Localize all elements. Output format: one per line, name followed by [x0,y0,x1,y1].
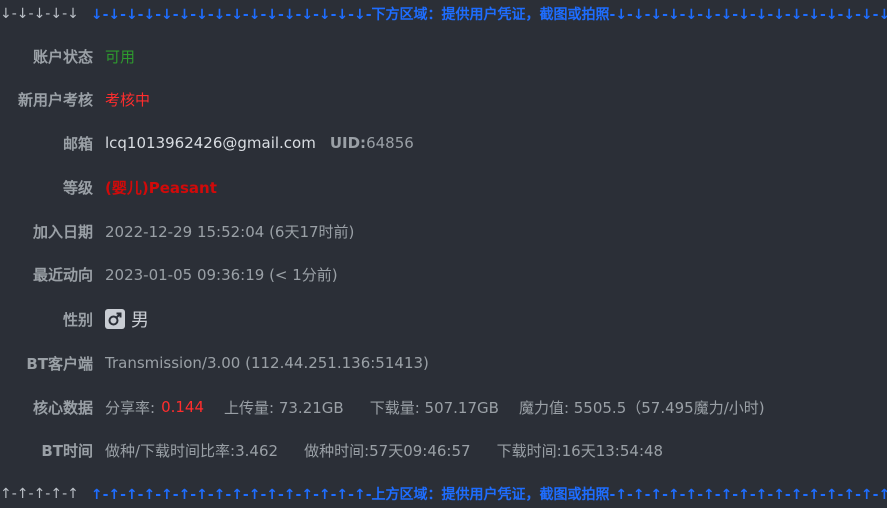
join-date-label: 加入日期 [32,222,93,241]
bottom-banner-row: ↑-↑-↑-↑-↑ ↑-↑-↑-↑-↑-↑-↑-↑-↑-↑-↑-↑-↑-↑-↑-… [0,472,887,508]
bt-time-values: 做种/下载时间比率:3.462 做种时间:57天09:46:57 下载时间:16… [105,440,663,461]
bt-client-value: Transmission/3.00 (112.44.251.136:51413) [105,354,429,372]
top-banner-text: ↓-↓-↓-↓-↓-↓-↓-↓-↓-↓-↓-↓-↓-↓-↓-↓-下方区域：提供用… [90,7,887,23]
join-date-value: 2022-12-29 15:52:04 (6天17时前) [105,222,355,241]
core-data-label: 核心数据 [32,398,93,417]
level-row: 等级 (婴儿)Peasant [0,165,887,209]
bottom-banner-text: ↑-↑-↑-↑-↑-↑-↑-↑-↑-↑-↑-↑-↑-↑-↑-↑-上方区域：提供用… [90,487,887,503]
gender-value: 男 [131,310,149,331]
gender-value-group: 男 [105,306,149,332]
new-user-review-label: 新用户考核 [17,90,93,109]
share-ratio-label: 分享率: [105,398,156,417]
top-banner-row: ↓-↓-↓-↓-↓ ↓-↓-↓-↓-↓-↓-↓-↓-↓-↓-↓-↓-↓-↓-↓-… [0,0,887,36]
seed-download-ratio: 做种/下载时间比率:3.462 [105,441,279,460]
level-label: 等级 [62,178,93,197]
user-info-panel: ↓-↓-↓-↓-↓ ↓-↓-↓-↓-↓-↓-↓-↓-↓-↓-↓-↓-↓-↓-↓-… [0,0,887,508]
bt-client-label: BT客户端 [26,354,93,373]
bottom-banner-left-arrows: ↑-↑-↑-↑-↑ [0,486,79,502]
uid-label: UID: [329,134,367,152]
email-address: lcq1013962426@gmail.com [105,134,316,152]
new-user-review-row: 新用户考核 考核中 [0,77,887,121]
new-user-review-value: 考核中 [105,90,151,109]
download-amount: 下载量: 507.17GB [369,398,499,417]
gender-row: 性别 男 [0,297,887,341]
email-row: 邮箱 lcq1013962426@gmail.com UID: 64856 [0,121,887,165]
email-value-group: lcq1013962426@gmail.com UID: 64856 [105,134,414,152]
bt-time-row: BT时间 做种/下载时间比率:3.462 做种时间:57天09:46:57 下载… [0,428,887,472]
account-status-label: 账户状态 [32,47,93,66]
level-value: (婴儿)Peasant [105,178,217,197]
email-label: 邮箱 [62,134,93,153]
core-data-values: 分享率: 0.144 上传量: 73.21GB 下载量: 507.17GB 魔力… [105,397,765,418]
last-activity-value: 2023-01-05 09:36:19 (< 1分前) [105,265,338,284]
bt-time-label: BT时间 [41,441,93,460]
seed-time: 做种时间:57天09:46:57 [304,441,471,460]
uid-value: 64856 [366,134,414,152]
upload-amount: 上传量: 73.21GB [224,398,344,417]
account-status-row: 账户状态 可用 [0,34,887,78]
male-icon [105,309,125,329]
last-activity-row: 最近动向 2023-01-05 09:36:19 (< 1分前) [0,252,887,296]
account-status-value: 可用 [105,47,136,66]
join-date-row: 加入日期 2022-12-29 15:52:04 (6天17时前) [0,209,887,253]
core-data-row: 核心数据 分享率: 0.144 上传量: 73.21GB 下载量: 507.17… [0,385,887,429]
last-activity-label: 最近动向 [32,265,93,284]
gender-label: 性别 [62,310,93,329]
download-time: 下载时间:16天13:54:48 [496,441,664,460]
magic-value: 魔力值: 5505.5（57.495魔力/小时) [518,398,765,417]
bt-client-row: BT客户端 Transmission/3.00 (112.44.251.136:… [0,341,887,385]
top-banner-left-arrows: ↓-↓-↓-↓-↓ [0,6,79,22]
share-ratio-value: 0.144 [161,398,205,416]
